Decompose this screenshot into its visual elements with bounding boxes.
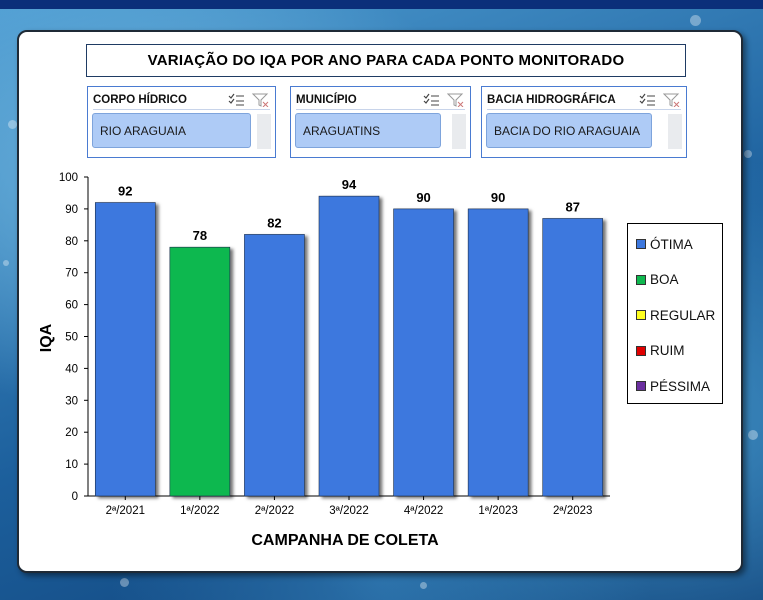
x-tick-label: 2ª/2022	[255, 505, 294, 517]
chart-legend: ÓTIMA BOA REGULAR RUIM PÉSSIMA	[627, 223, 723, 404]
x-tick-label: 3ª/2022	[329, 505, 368, 517]
legend-item[interactable]: PÉSSIMA	[636, 378, 710, 394]
bar[interactable]	[393, 208, 454, 497]
legend-item[interactable]: BOA	[636, 272, 679, 288]
bar[interactable]	[169, 246, 231, 497]
legend-item[interactable]: ÓTIMA	[636, 236, 693, 252]
bar-value-label: 90	[416, 190, 430, 205]
x-tick-label: 2ª/2023	[553, 505, 592, 517]
legend-swatch	[636, 345, 646, 356]
bar[interactable]	[94, 202, 156, 497]
legend-swatch	[636, 310, 646, 320]
y-axis-title: IQA	[38, 323, 55, 353]
y-tick-label: 50	[65, 332, 78, 344]
bar-value-label: 87	[565, 199, 579, 214]
y-tick-label: 30	[65, 395, 78, 407]
bar[interactable]	[244, 234, 305, 497]
y-tick-label: 20	[65, 427, 78, 439]
legend-swatch	[636, 274, 646, 285]
x-tick-label: 1ª/2023	[478, 505, 517, 517]
y-tick-label: 0	[72, 491, 78, 503]
y-tick-label: 40	[65, 363, 78, 375]
x-tick-label: 1ª/2022	[180, 505, 219, 517]
legend-item[interactable]: RUIM	[636, 343, 685, 359]
legend-label: PÉSSIMA	[650, 378, 711, 394]
y-tick-label: 60	[65, 300, 78, 312]
y-tick-label: 100	[59, 172, 78, 184]
bar-value-label: 82	[267, 215, 281, 230]
bar-value-label: 78	[193, 228, 207, 243]
legend-label: RUIM	[650, 343, 685, 358]
x-tick-label: 2ª/2021	[106, 505, 145, 517]
y-tick-label: 10	[65, 459, 78, 471]
y-tick-label: 80	[65, 236, 78, 248]
legend-label: ÓTIMA	[650, 236, 693, 252]
y-tick-label: 90	[65, 204, 78, 216]
x-tick-label: 4ª/2022	[404, 505, 443, 517]
x-axis-title: CAMPANHA DE COLETA	[251, 532, 439, 549]
legend-label: BOA	[650, 272, 679, 287]
bar-value-label: 90	[491, 190, 505, 205]
legend-label: REGULAR	[650, 307, 716, 323]
bar[interactable]	[467, 208, 529, 497]
bar-value-label: 94	[342, 177, 357, 192]
bar[interactable]	[318, 195, 380, 497]
legend-swatch	[636, 381, 646, 391]
legend-swatch	[636, 239, 646, 249]
legend-item[interactable]: REGULAR	[636, 307, 715, 323]
bar[interactable]	[542, 218, 604, 497]
y-tick-label: 70	[65, 268, 78, 280]
bar-value-label: 92	[118, 184, 132, 199]
